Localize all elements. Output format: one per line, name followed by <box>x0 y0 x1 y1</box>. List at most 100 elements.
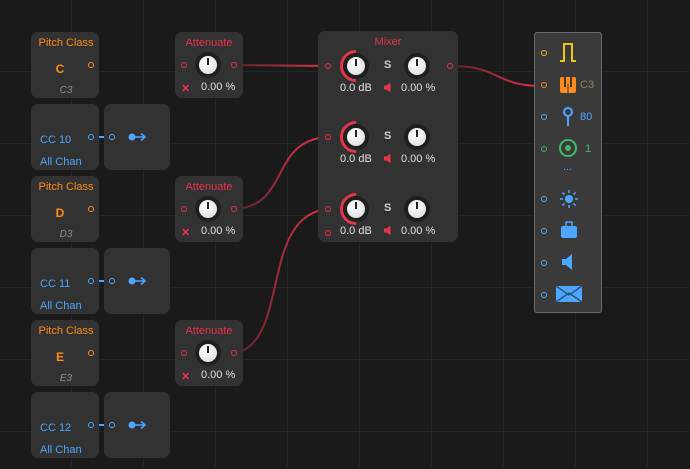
mixer-output-port[interactable] <box>447 63 453 69</box>
cc-node-11[interactable]: CC 11 All Chan <box>31 248 99 314</box>
node-title: Pitch Class <box>38 181 94 193</box>
output-port[interactable] <box>231 350 237 356</box>
input-port[interactable] <box>109 422 115 428</box>
velocity-value: 80 <box>580 111 593 123</box>
gain-knob-1[interactable] <box>343 53 369 79</box>
remove-icon[interactable]: ✕ <box>181 370 190 383</box>
input-port[interactable] <box>109 134 115 140</box>
solo-button-3[interactable]: S <box>384 202 391 214</box>
modulation-arrow-icon <box>128 276 147 286</box>
gain-knob-3[interactable] <box>343 196 369 222</box>
input-port[interactable] <box>181 206 187 212</box>
channel-dial-icon <box>559 139 577 157</box>
wire-att1-mixer <box>235 64 329 67</box>
gain-value-1: 0.0 dB <box>340 82 372 94</box>
output-port[interactable] <box>88 350 94 356</box>
briefcase-icon <box>561 221 577 238</box>
attenuate-knob[interactable] <box>195 340 221 366</box>
attenuate-node-2[interactable]: Attenuate ✕ 0.00 % <box>175 176 243 242</box>
speaker-icon[interactable] <box>383 225 392 236</box>
cc-node-10[interactable]: CC 10 All Chan <box>31 104 99 170</box>
pitch-class-node-e[interactable]: Pitch Class E E3 <box>31 320 99 386</box>
input-port[interactable] <box>181 62 187 68</box>
channel-value: 1 <box>585 143 592 155</box>
pitch-note[interactable]: E <box>31 350 89 364</box>
velocity-port[interactable] <box>541 114 547 120</box>
cc-target-node-3[interactable] <box>104 392 170 458</box>
mixer-extra-port[interactable] <box>325 230 331 236</box>
pitch-octave: C3 <box>59 85 73 96</box>
more-indicator[interactable]: ... <box>563 161 572 173</box>
pitch-note[interactable]: D <box>31 206 89 220</box>
gate-icon <box>560 43 576 62</box>
mixer-input-port-2[interactable] <box>325 134 331 140</box>
volume-port[interactable] <box>541 260 547 266</box>
pitch-port[interactable] <box>541 82 547 88</box>
node-title: Attenuate <box>185 325 233 337</box>
gain-value-2: 0.0 dB <box>340 153 372 165</box>
output-port[interactable] <box>88 62 94 68</box>
gate-port[interactable] <box>541 50 547 56</box>
output-port[interactable] <box>231 206 237 212</box>
output-port[interactable] <box>88 278 94 284</box>
pitch-note[interactable]: C <box>31 62 89 76</box>
node-title: Pitch Class <box>38 325 94 337</box>
cc-target-node-2[interactable] <box>104 248 170 314</box>
wire-att2-mixer <box>235 136 329 210</box>
mixer-input-port-1[interactable] <box>325 63 331 69</box>
channel-port[interactable] <box>541 146 547 152</box>
node-title: Attenuate <box>185 181 233 193</box>
solo-button-2[interactable]: S <box>384 130 391 142</box>
node-title: Attenuate <box>185 37 233 49</box>
pan-knob-2[interactable] <box>404 124 430 150</box>
brightness-port[interactable] <box>541 196 547 202</box>
output-port[interactable] <box>88 134 94 140</box>
solo-button-1[interactable]: S <box>384 59 391 71</box>
remove-icon[interactable]: ✕ <box>181 82 190 95</box>
pitch-class-node-d[interactable]: Pitch Class D D3 <box>31 176 99 242</box>
attenuate-knob[interactable] <box>195 196 221 222</box>
volume-speaker-icon <box>562 254 572 270</box>
gain-value-3: 0.0 dB <box>340 225 372 237</box>
modulation-arrow-icon <box>128 420 147 430</box>
attenuate-node-3[interactable]: Attenuate ✕ 0.00 % <box>175 320 243 386</box>
piano-keys-icon <box>560 77 576 93</box>
input-port[interactable] <box>181 350 187 356</box>
attenuate-value: 0.00 % <box>201 369 236 381</box>
cc-label: CC 11 <box>40 278 71 290</box>
wire-mixer-output <box>451 65 543 87</box>
wire-att3-mixer <box>235 208 329 354</box>
output-port[interactable] <box>231 62 237 68</box>
envelope-icon <box>555 285 583 303</box>
node-title: Mixer <box>374 36 402 48</box>
gain-knob-2[interactable] <box>343 124 369 150</box>
mixer-node[interactable]: Mixer S 0.0 dB 0.00 % S 0.0 dB 0.00 % S … <box>318 31 458 242</box>
pressure-port[interactable] <box>541 228 547 234</box>
attenuate-value: 0.00 % <box>201 225 236 237</box>
pan-knob-1[interactable] <box>404 53 430 79</box>
cc-target-node-1[interactable] <box>104 104 170 170</box>
output-panel: C3 80 1 ... <box>534 32 602 313</box>
sun-icon <box>560 190 578 208</box>
modulation-arrow-icon <box>128 132 147 142</box>
pan-value-1: 0.00 % <box>401 82 436 94</box>
mixer-input-port-3[interactable] <box>325 206 331 212</box>
speaker-icon[interactable] <box>383 82 392 93</box>
cc-label: CC 12 <box>40 422 72 434</box>
attenuate-value: 0.00 % <box>201 81 236 93</box>
timbre-port[interactable] <box>541 292 547 298</box>
remove-icon[interactable]: ✕ <box>181 226 190 239</box>
speaker-icon[interactable] <box>383 153 392 164</box>
output-port[interactable] <box>88 422 94 428</box>
input-port[interactable] <box>109 278 115 284</box>
node-title: Pitch Class <box>38 37 94 49</box>
pan-knob-3[interactable] <box>404 196 430 222</box>
cc-channel: All Chan <box>40 444 82 456</box>
pitch-octave: D3 <box>59 229 73 240</box>
attenuate-node-1[interactable]: Attenuate ✕ 0.00 % <box>175 32 243 98</box>
pitch-class-node-c[interactable]: Pitch Class C C3 <box>31 32 99 98</box>
output-port[interactable] <box>88 206 94 212</box>
cc-label: CC 10 <box>40 134 72 146</box>
cc-node-12[interactable]: CC 12 All Chan <box>31 392 99 458</box>
attenuate-knob[interactable] <box>195 52 221 78</box>
